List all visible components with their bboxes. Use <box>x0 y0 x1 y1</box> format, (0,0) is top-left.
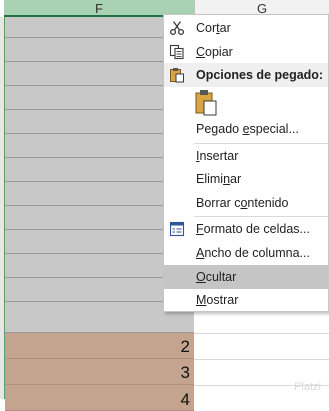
menu-item-format-cells[interactable]: Formato de celdas... <box>164 217 328 241</box>
menu-item-clear-contents[interactable]: Borrar contenido <box>164 191 328 215</box>
menu-item-hide[interactable]: Ocultar <box>164 265 328 289</box>
menu-item-insert[interactable]: Insertar <box>164 144 328 168</box>
table-row[interactable]: 4 <box>5 385 194 411</box>
menu-item-cut[interactable]: Cortar <box>164 16 328 40</box>
paste-options-header: Opciones de pegado: <box>164 63 328 87</box>
gridline <box>194 359 329 360</box>
cell-value: 2 <box>180 337 190 356</box>
table-row[interactable]: 2 <box>5 333 194 359</box>
table-row[interactable]: 3 <box>5 359 194 385</box>
menu-item-column-width[interactable]: Ancho de columna... <box>164 241 328 265</box>
context-menu: Cortar Copiar Opciones de pegado: Pegado… <box>163 14 329 312</box>
menu-item-copy[interactable]: Copiar <box>164 40 328 64</box>
copy-icon <box>169 44 184 60</box>
clipboard-icon <box>170 68 184 83</box>
paste-icon[interactable] <box>194 89 220 117</box>
cell-value: 3 <box>180 363 190 382</box>
menu-item-unhide[interactable]: Mostrar <box>164 288 328 312</box>
scissors-icon <box>169 21 185 36</box>
format-cells-icon <box>169 221 185 237</box>
watermark: Platzi <box>294 381 321 393</box>
menu-item-delete[interactable]: Eliminar <box>164 167 328 191</box>
gridline <box>194 333 329 334</box>
menu-item-paste-special[interactable]: Pegado especial... <box>164 117 328 141</box>
cell-value: 4 <box>180 390 190 409</box>
